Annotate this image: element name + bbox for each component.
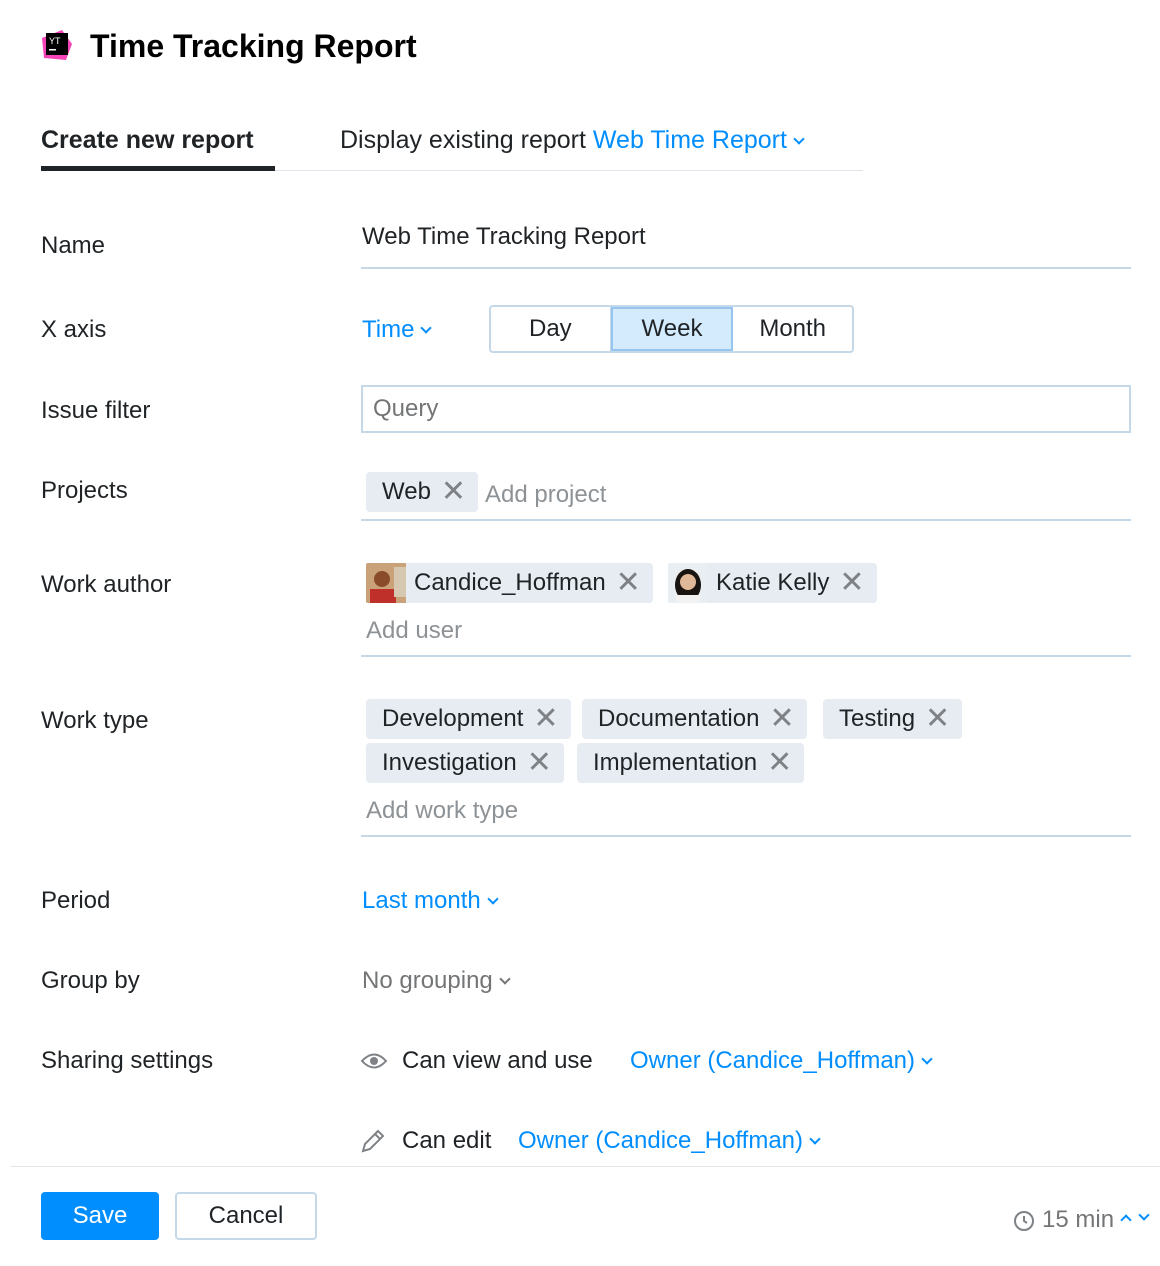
work-type-tag: Testing✕ (823, 699, 962, 739)
close-icon[interactable]: ✕ (616, 568, 641, 598)
chevron-down-icon (793, 133, 804, 144)
chevron-down-icon (921, 1053, 932, 1064)
existing-report-dropdown[interactable]: Web Time Report (593, 126, 803, 154)
work-type-tag: Development✕ (366, 699, 571, 739)
work-type-tag: Documentation✕ (582, 699, 807, 739)
author-tag: Candice_Hoffman✕ (366, 563, 653, 603)
close-icon[interactable]: ✕ (527, 748, 552, 778)
work-author-underline (361, 655, 1131, 657)
timer-icon (1012, 1208, 1036, 1232)
sharing-settings-label: Sharing settings (41, 1047, 213, 1075)
close-icon[interactable]: ✕ (839, 568, 864, 598)
increase-interval-icon[interactable] (1120, 1214, 1131, 1225)
save-button[interactable]: Save (41, 1192, 159, 1240)
group-by-label: Group by (41, 967, 140, 995)
work-type-label: Work type (41, 707, 149, 735)
work-type-underline (361, 835, 1131, 837)
avatar (668, 563, 708, 603)
pencil-icon (360, 1128, 386, 1154)
name-input[interactable]: Web Time Tracking Report (362, 223, 646, 251)
avatar (366, 563, 406, 603)
can-view-label: Can view and use (402, 1047, 593, 1075)
decrease-interval-icon[interactable] (1138, 1209, 1149, 1220)
chevron-down-icon (499, 973, 510, 984)
projects-label: Projects (41, 477, 128, 505)
issue-filter-label: Issue filter (41, 397, 150, 425)
close-icon[interactable]: ✕ (769, 704, 794, 734)
footer-divider (10, 1166, 1160, 1167)
work-type-tag: Investigation✕ (366, 743, 564, 783)
add-project-input[interactable]: Add project (485, 481, 606, 509)
can-edit-label: Can edit (402, 1127, 491, 1155)
chevron-down-icon (809, 1133, 820, 1144)
work-author-label: Work author (41, 571, 171, 599)
interval-month[interactable]: Month (733, 307, 852, 351)
youtrack-logo: YT (40, 30, 74, 62)
issue-filter-input[interactable]: Query (361, 385, 1131, 433)
interval-segmented-control: Day Week Month (489, 305, 854, 353)
interval-week[interactable]: Week (611, 307, 734, 351)
interval-day[interactable]: Day (491, 307, 611, 351)
name-label: Name (41, 232, 105, 260)
can-view-dropdown[interactable]: Owner (Candice_Hoffman) (630, 1047, 931, 1075)
refresh-interval: 15 min (1012, 1206, 1148, 1234)
tab-create-new-report[interactable]: Create new report (41, 126, 254, 155)
work-type-tag: Implementation✕ (577, 743, 804, 783)
project-tag: Web✕ (366, 472, 478, 512)
add-user-input[interactable]: Add user (366, 617, 462, 645)
chevron-down-icon (421, 322, 432, 333)
page-title: Time Tracking Report (90, 28, 417, 65)
projects-underline (361, 519, 1131, 521)
svg-text:YT: YT (49, 36, 61, 46)
add-work-type-input[interactable]: Add work type (366, 797, 518, 825)
tab-label: Display existing report (340, 126, 586, 154)
name-underline (361, 267, 1131, 269)
period-label: Period (41, 887, 110, 915)
tab-display-existing[interactable]: Display existing report Web Time Report (340, 126, 803, 155)
close-icon[interactable]: ✕ (533, 704, 558, 734)
close-icon[interactable]: ✕ (441, 477, 466, 507)
author-tag: Katie Kelly✕ (668, 563, 877, 603)
can-edit-dropdown[interactable]: Owner (Candice_Hoffman) (518, 1127, 819, 1155)
x-axis-dropdown[interactable]: Time (362, 316, 430, 344)
cancel-button[interactable]: Cancel (175, 1192, 317, 1240)
close-icon[interactable]: ✕ (767, 748, 792, 778)
group-by-dropdown[interactable]: No grouping (362, 967, 509, 995)
active-tab-indicator (41, 166, 275, 171)
chevron-down-icon (487, 893, 498, 904)
eye-icon (360, 1050, 388, 1072)
close-icon[interactable]: ✕ (925, 704, 950, 734)
x-axis-label: X axis (41, 316, 106, 344)
period-dropdown[interactable]: Last month (362, 887, 497, 915)
